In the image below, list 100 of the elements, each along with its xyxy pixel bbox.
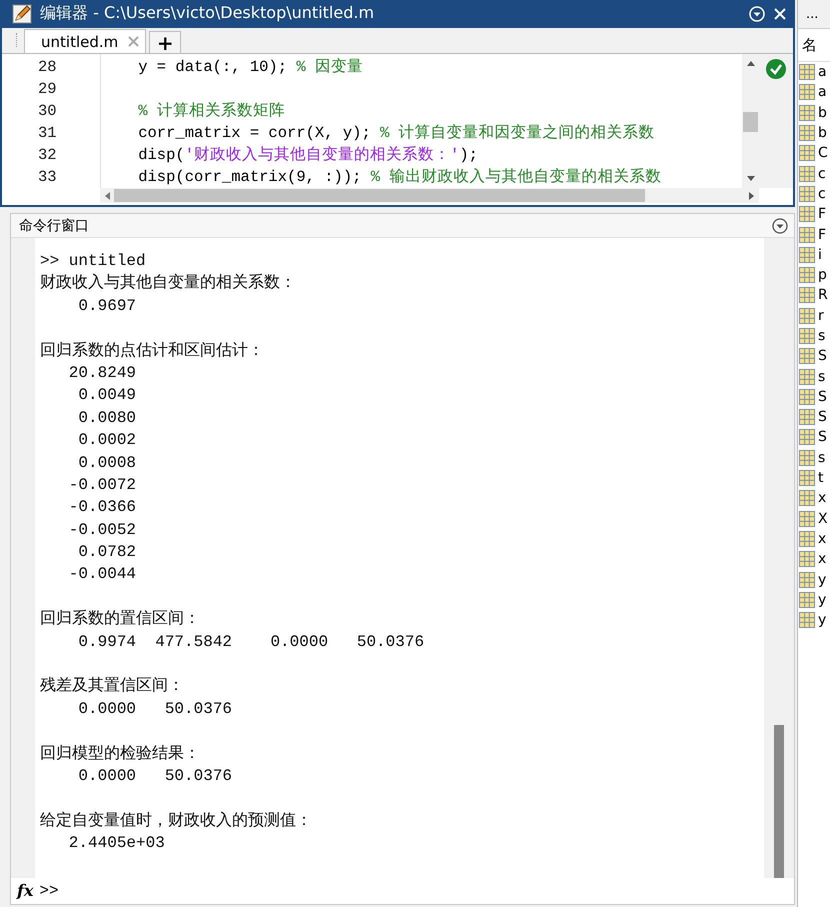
- variable-icon: [799, 64, 815, 80]
- output-line: 0.9697: [77, 296, 138, 317]
- scroll-left-icon[interactable]: [104, 192, 110, 200]
- variable-icon: [799, 226, 815, 243]
- output-line: 0.0002: [77, 430, 138, 452]
- variable-icon: [799, 348, 815, 364]
- variable-icon: [799, 287, 815, 304]
- dropdown-icon[interactable]: [772, 218, 788, 234]
- output-line: 0.0008: [77, 452, 138, 474]
- variable-icon: [799, 572, 815, 588]
- scroll-thumb[interactable]: [774, 725, 784, 878]
- code-comment: % 计算自变量和因变量之间的相关系数: [380, 124, 655, 142]
- variable-name[interactable]: S: [818, 348, 827, 364]
- variable-icon: [799, 186, 815, 202]
- line-number: 33: [37, 167, 58, 188]
- variable-name[interactable]: s: [818, 450, 826, 466]
- line-number: 28: [37, 57, 58, 78]
- variable-name[interactable]: F: [818, 226, 826, 243]
- output-line: -0.0052: [68, 520, 138, 541]
- variable-name[interactable]: y: [818, 592, 826, 608]
- variable-name[interactable]: r: [818, 308, 824, 324]
- variable-name[interactable]: C: [818, 145, 828, 162]
- output-line: 0.0080: [77, 408, 138, 429]
- scroll-thumb[interactable]: [743, 112, 758, 132]
- new-tab-button[interactable]: +: [149, 31, 182, 53]
- variable-name[interactable]: x: [818, 530, 826, 547]
- output-line: 回归系数的点估计和区间估计：: [40, 340, 265, 362]
- code-comment: % 输出财政收入与其他自变量的相关系数: [370, 168, 662, 186]
- scroll-thumb[interactable]: [114, 189, 645, 202]
- variable-icon: [799, 450, 815, 466]
- variable-icon: [799, 328, 815, 344]
- variable-name[interactable]: b: [818, 104, 827, 121]
- scrollbar[interactable]: [100, 188, 759, 203]
- variable-name[interactable]: i: [818, 246, 822, 263]
- variable-name[interactable]: R: [818, 287, 828, 304]
- line-number: 32: [37, 145, 58, 166]
- code-text: y = data(:, 10);: [137, 58, 288, 76]
- panel-title: 命令行窗口: [19, 216, 89, 234]
- variable-name[interactable]: S: [818, 388, 827, 405]
- fx-icon[interactable]: fx: [17, 882, 34, 900]
- variable-icon: [799, 470, 815, 486]
- code-string: '财政收入与其他自变量的相关系数：': [184, 146, 460, 164]
- column-header[interactable]: 名: [798, 29, 830, 62]
- variable-name[interactable]: p: [818, 267, 827, 284]
- output-line: >> untitled: [40, 251, 147, 272]
- scroll-down-icon[interactable]: [746, 176, 754, 182]
- variable-icon: [799, 246, 815, 263]
- variable-name[interactable]: X: [818, 510, 828, 527]
- line-number: 31: [37, 123, 58, 144]
- file-tab[interactable]: untitled.m: [24, 29, 146, 53]
- variable-icon: [799, 206, 815, 222]
- variable-name[interactable]: s: [818, 368, 826, 385]
- output-line: 0.0782: [77, 542, 138, 564]
- variable-name[interactable]: x: [818, 551, 826, 568]
- output-line: 给定自变量值时，财政收入的预测值：: [40, 810, 313, 832]
- code-comment: % 计算相关系数矩阵: [137, 102, 285, 120]
- scroll-up-icon[interactable]: [746, 60, 754, 66]
- variable-name[interactable]: S: [818, 409, 827, 426]
- variable-icon: [799, 530, 815, 547]
- variable-icon: [799, 267, 815, 284]
- output-line: 回归系数的置信区间：: [40, 608, 201, 630]
- variable-name[interactable]: t: [818, 470, 824, 486]
- command-prompt[interactable]: >>: [39, 882, 59, 900]
- variable-icon: [799, 551, 815, 568]
- output-line: 财政收入与其他自变量的相关系数：: [40, 272, 297, 294]
- variable-icon: [799, 308, 815, 324]
- variable-name[interactable]: y: [818, 612, 826, 628]
- tab-label: untitled.m: [41, 32, 118, 50]
- output-line: -0.0366: [68, 497, 138, 518]
- code-comment: % 因变量: [296, 58, 363, 76]
- variable-icon: [799, 145, 815, 162]
- variable-icon: [799, 612, 815, 628]
- output-line: 0.0049: [77, 385, 138, 406]
- variable-name[interactable]: F: [818, 206, 826, 222]
- variable-icon: [799, 368, 815, 385]
- output-line: 0.9974 477.5842 0.0000 50.0376: [77, 632, 426, 653]
- variable-icon: [799, 592, 815, 608]
- variable-name[interactable]: s: [818, 328, 826, 344]
- variable-icon: [799, 429, 815, 446]
- variable-name[interactable]: y: [818, 572, 826, 588]
- variable-icon: [799, 125, 815, 142]
- output-line: 20.8249: [68, 362, 138, 384]
- variable-name[interactable]: c: [818, 186, 826, 202]
- output-line: -0.0044: [68, 564, 138, 586]
- variable-name[interactable]: b: [818, 125, 827, 142]
- variable-icon: [799, 510, 815, 527]
- code-text: corr_matrix = corr(X, y);: [137, 124, 372, 142]
- output-line: 0.0000 50.0376: [77, 698, 234, 720]
- scroll-right-icon[interactable]: [749, 192, 755, 200]
- variable-icon: [799, 166, 815, 182]
- variable-icon: [799, 104, 815, 121]
- pencil-icon: [12, 4, 32, 24]
- variable-name[interactable]: a: [818, 84, 827, 100]
- variable-name[interactable]: x: [818, 490, 826, 506]
- output-line: 回归模型的检验结果：: [40, 744, 201, 765]
- variable-name[interactable]: S: [818, 429, 827, 446]
- output-line: 0.0000 50.0376: [77, 766, 234, 787]
- variable-name[interactable]: a: [818, 64, 827, 80]
- window-title: 编辑器 - C:\Users\victo\Desktop\untitled.m: [40, 3, 374, 24]
- variable-name[interactable]: c: [818, 166, 826, 182]
